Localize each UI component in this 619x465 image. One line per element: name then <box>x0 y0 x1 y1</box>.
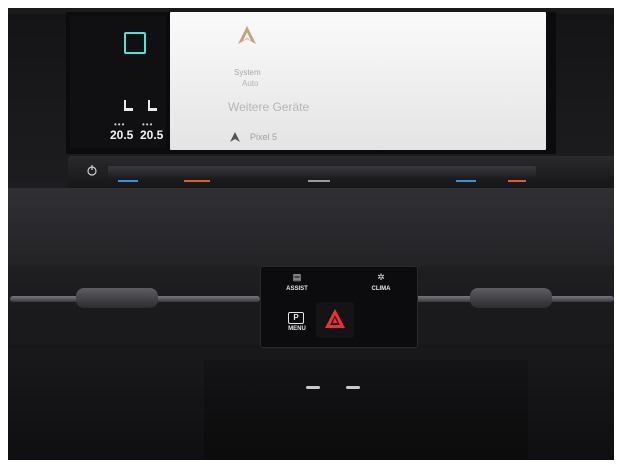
park-icon: P <box>288 312 304 324</box>
ambient-led <box>308 180 330 182</box>
menu-button[interactable]: MENU <box>280 326 314 332</box>
seat-heat-icon[interactable] <box>144 98 160 114</box>
ambient-led <box>118 180 138 182</box>
assist-icon: ▤ <box>292 272 302 282</box>
car-dashboard-photo: ••• ••• 20.5 20.5 System Auto Weitere Ge… <box>8 8 614 460</box>
tray-light <box>306 386 320 389</box>
android-auto-small-icon <box>230 132 240 142</box>
assist-button[interactable]: ASSIST <box>280 286 314 292</box>
right-temperature[interactable]: 20.5 <box>140 128 163 142</box>
android-auto-icon[interactable] <box>236 24 258 46</box>
ambient-led <box>184 180 210 182</box>
device-pixel-item[interactable]: Pixel 5 <box>250 132 277 142</box>
infotainment-screen[interactable] <box>170 12 546 150</box>
more-devices-link[interactable]: Weitere Geräte <box>228 100 309 114</box>
storage-tray <box>204 360 528 460</box>
ambient-led <box>456 180 476 182</box>
system-text: System <box>234 68 261 77</box>
left-temperature[interactable]: 20.5 <box>110 128 133 142</box>
tray-light <box>346 386 360 389</box>
clima-icon: ✲ <box>377 272 385 282</box>
right-vent-louvers <box>416 308 614 344</box>
touch-slider-bar[interactable] <box>108 166 536 178</box>
right-vent-knob[interactable] <box>470 288 552 308</box>
left-vent-louvers <box>10 308 260 344</box>
auto-text: Auto <box>242 79 259 88</box>
seat-heat-icon[interactable] <box>120 98 136 114</box>
dashboard-panel <box>8 188 614 266</box>
home-square-icon[interactable] <box>124 32 146 54</box>
ambient-led <box>508 180 526 182</box>
hazard-icon <box>325 309 345 328</box>
clima-button[interactable]: CLIMA <box>364 286 398 292</box>
power-icon[interactable] <box>86 164 98 176</box>
left-vent-knob[interactable] <box>76 288 158 308</box>
